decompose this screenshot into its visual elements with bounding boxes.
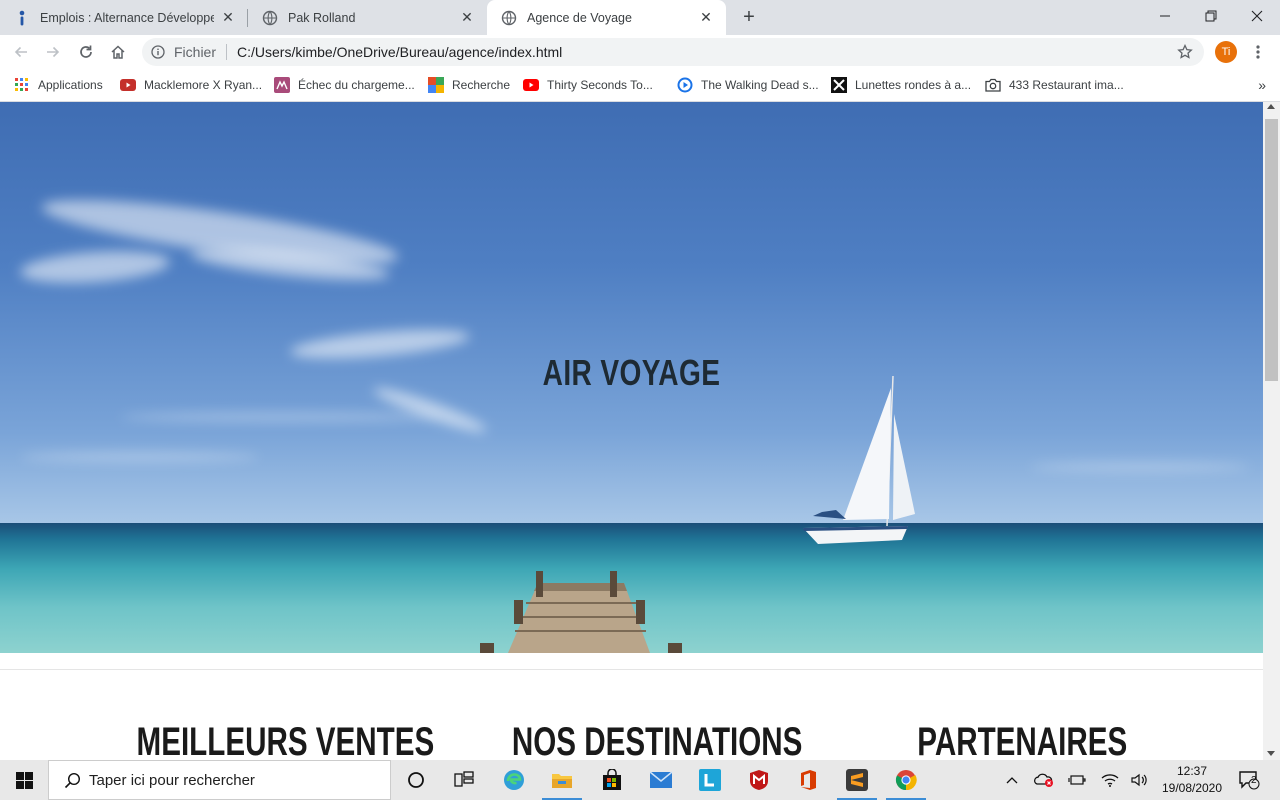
chrome-icon[interactable] <box>882 760 930 800</box>
office-icon[interactable] <box>784 760 832 800</box>
new-tab-button[interactable]: + <box>738 6 760 28</box>
bookmark-label: Échec du chargeme... <box>298 78 415 92</box>
bookmark-label: Applications <box>38 78 103 92</box>
windows-start-icon[interactable] <box>0 760 48 800</box>
play-circle-icon <box>677 77 693 93</box>
mcafee-icon[interactable] <box>735 760 783 800</box>
wooden-pier-image <box>480 571 682 653</box>
hero-banner-image: AIR VOYAGE <box>0 102 1263 653</box>
notification-count: 2 <box>1251 775 1257 786</box>
bookmark-label: The Walking Dead s... <box>701 78 819 92</box>
section-title-meilleurs-ventes: MEILLEURS VENTES <box>136 720 435 760</box>
youtube-icon <box>523 77 539 93</box>
tab-agence-de-voyage[interactable]: Agence de Voyage ✕ <box>487 0 726 35</box>
section-title-nos-destinations: NOS DESTINATIONS <box>511 720 803 760</box>
bookmark-label: Macklemore X Ryan... <box>144 78 263 92</box>
url-text[interactable]: C:/Users/kimbe/OneDrive/Bureau/agence/in… <box>237 44 562 60</box>
tab-title: Agence de Voyage <box>527 10 632 25</box>
search-icon <box>63 771 81 789</box>
clock-date: 19/08/2020 <box>1161 781 1223 795</box>
bookmark-label: 433 Restaurant ima... <box>1009 78 1124 92</box>
forward-arrow-icon[interactable] <box>40 39 66 65</box>
close-tab-icon[interactable]: ✕ <box>698 9 714 26</box>
browser-toolbar: Fichier C:/Users/kimbe/OneDrive/Bureau/a… <box>0 35 1280 69</box>
youtube-icon <box>120 77 136 93</box>
battery-plug-icon[interactable] <box>1066 760 1088 800</box>
tab-strip: Emplois : Alternance Développeur ✕ Pak R… <box>0 0 1280 35</box>
bookmark-label: Lunettes rondes à a... <box>855 78 972 92</box>
sublime-text-icon[interactable] <box>833 760 881 800</box>
wifi-icon[interactable] <box>1098 760 1122 800</box>
x-logo-icon <box>831 77 847 93</box>
address-bar[interactable]: Fichier C:/Users/kimbe/OneDrive/Bureau/a… <box>142 38 1204 66</box>
apps-grid-icon <box>14 77 30 93</box>
url-scheme-label: Fichier <box>174 44 217 60</box>
tab-title: Emplois : Alternance Développeur <box>40 10 214 25</box>
show-hidden-icons-chevron-icon[interactable] <box>1002 760 1022 800</box>
notification-center-icon[interactable]: 2 <box>1234 760 1264 800</box>
task-view-icon[interactable] <box>440 760 488 800</box>
onedrive-error-icon[interactable] <box>1032 760 1056 800</box>
tab-pak-rolland[interactable]: Pak Rolland ✕ <box>248 0 487 35</box>
restore-icon[interactable] <box>1188 0 1234 32</box>
cortana-icon[interactable] <box>392 760 440 800</box>
mail-icon[interactable] <box>637 760 685 800</box>
taskbar-clock[interactable]: 12:37 19/08/2020 <box>1158 763 1226 797</box>
bookmark-thirty-seconds[interactable]: Thirty Seconds To... <box>523 76 653 94</box>
bookmark-433-restaurant[interactable]: 433 Restaurant ima... <box>985 76 1124 94</box>
bookmark-walking-dead[interactable]: The Walking Dead s... <box>677 76 819 94</box>
l-app-icon[interactable] <box>686 760 734 800</box>
more-menu-icon[interactable] <box>1248 41 1268 63</box>
bookmark-applications[interactable]: Applications <box>14 76 103 94</box>
edge-icon[interactable] <box>490 760 538 800</box>
windows-taskbar: Taper ici pour rechercher 12:37 19/08/20… <box>0 760 1280 800</box>
search-placeholder: Taper ici pour rechercher <box>89 771 255 789</box>
minimize-icon[interactable] <box>1142 0 1188 32</box>
pink-site-icon <box>274 77 290 93</box>
file-explorer-icon[interactable] <box>538 760 586 800</box>
close-window-icon[interactable] <box>1234 0 1280 32</box>
close-tab-icon[interactable]: ✕ <box>220 9 236 26</box>
info-icon[interactable] <box>150 44 166 60</box>
bookmark-macklemore[interactable]: Macklemore X Ryan... <box>120 76 262 94</box>
bookmark-lunettes[interactable]: Lunettes rondes à a... <box>831 76 971 94</box>
microsoft-store-icon[interactable] <box>588 760 636 800</box>
close-tab-icon[interactable]: ✕ <box>459 9 475 26</box>
home-icon[interactable] <box>105 39 131 65</box>
volume-icon[interactable] <box>1128 760 1152 800</box>
scroll-up-arrow-icon[interactable] <box>1267 104 1275 109</box>
globe-icon <box>262 10 278 26</box>
bookmark-star-icon[interactable] <box>1176 43 1194 61</box>
clock-time: 12:37 <box>1176 764 1208 778</box>
tab-emplois[interactable]: Emplois : Alternance Développeur ✕ <box>0 0 248 35</box>
camera-icon <box>985 77 1001 93</box>
indeed-icon <box>14 10 30 26</box>
tab-title: Pak Rolland <box>288 10 356 25</box>
scrollbar-thumb[interactable] <box>1265 119 1278 381</box>
section-title-partenaires: PARTENAIRES <box>917 720 1128 760</box>
back-arrow-icon[interactable] <box>8 39 34 65</box>
profile-avatar[interactable]: Ti <box>1215 41 1237 63</box>
page-scrollbar[interactable] <box>1263 102 1280 760</box>
scroll-down-arrow-icon[interactable] <box>1267 751 1275 756</box>
bookmark-label: Recherche <box>452 78 511 92</box>
bookmark-echec-chargement[interactable]: Échec du chargeme... <box>274 76 415 94</box>
bookmark-label: Thirty Seconds To... <box>547 78 653 92</box>
page-viewport: AIR VOYAGE MEILLEURS VENTES NOS DESTINAT… <box>0 102 1263 760</box>
bookmark-recherche[interactable]: Recherche <box>428 76 510 94</box>
hero-title: AIR VOYAGE <box>542 352 721 393</box>
sailboat-image <box>803 375 915 544</box>
reload-icon[interactable] <box>73 39 99 65</box>
colorful-site-icon <box>428 77 444 93</box>
more-bookmarks-icon[interactable]: » <box>1258 77 1266 93</box>
taskbar-search-box[interactable]: Taper ici pour rechercher <box>48 760 391 800</box>
globe-icon <box>501 10 517 26</box>
bookmarks-bar: Applications Macklemore X Ryan... Échec … <box>0 69 1280 102</box>
